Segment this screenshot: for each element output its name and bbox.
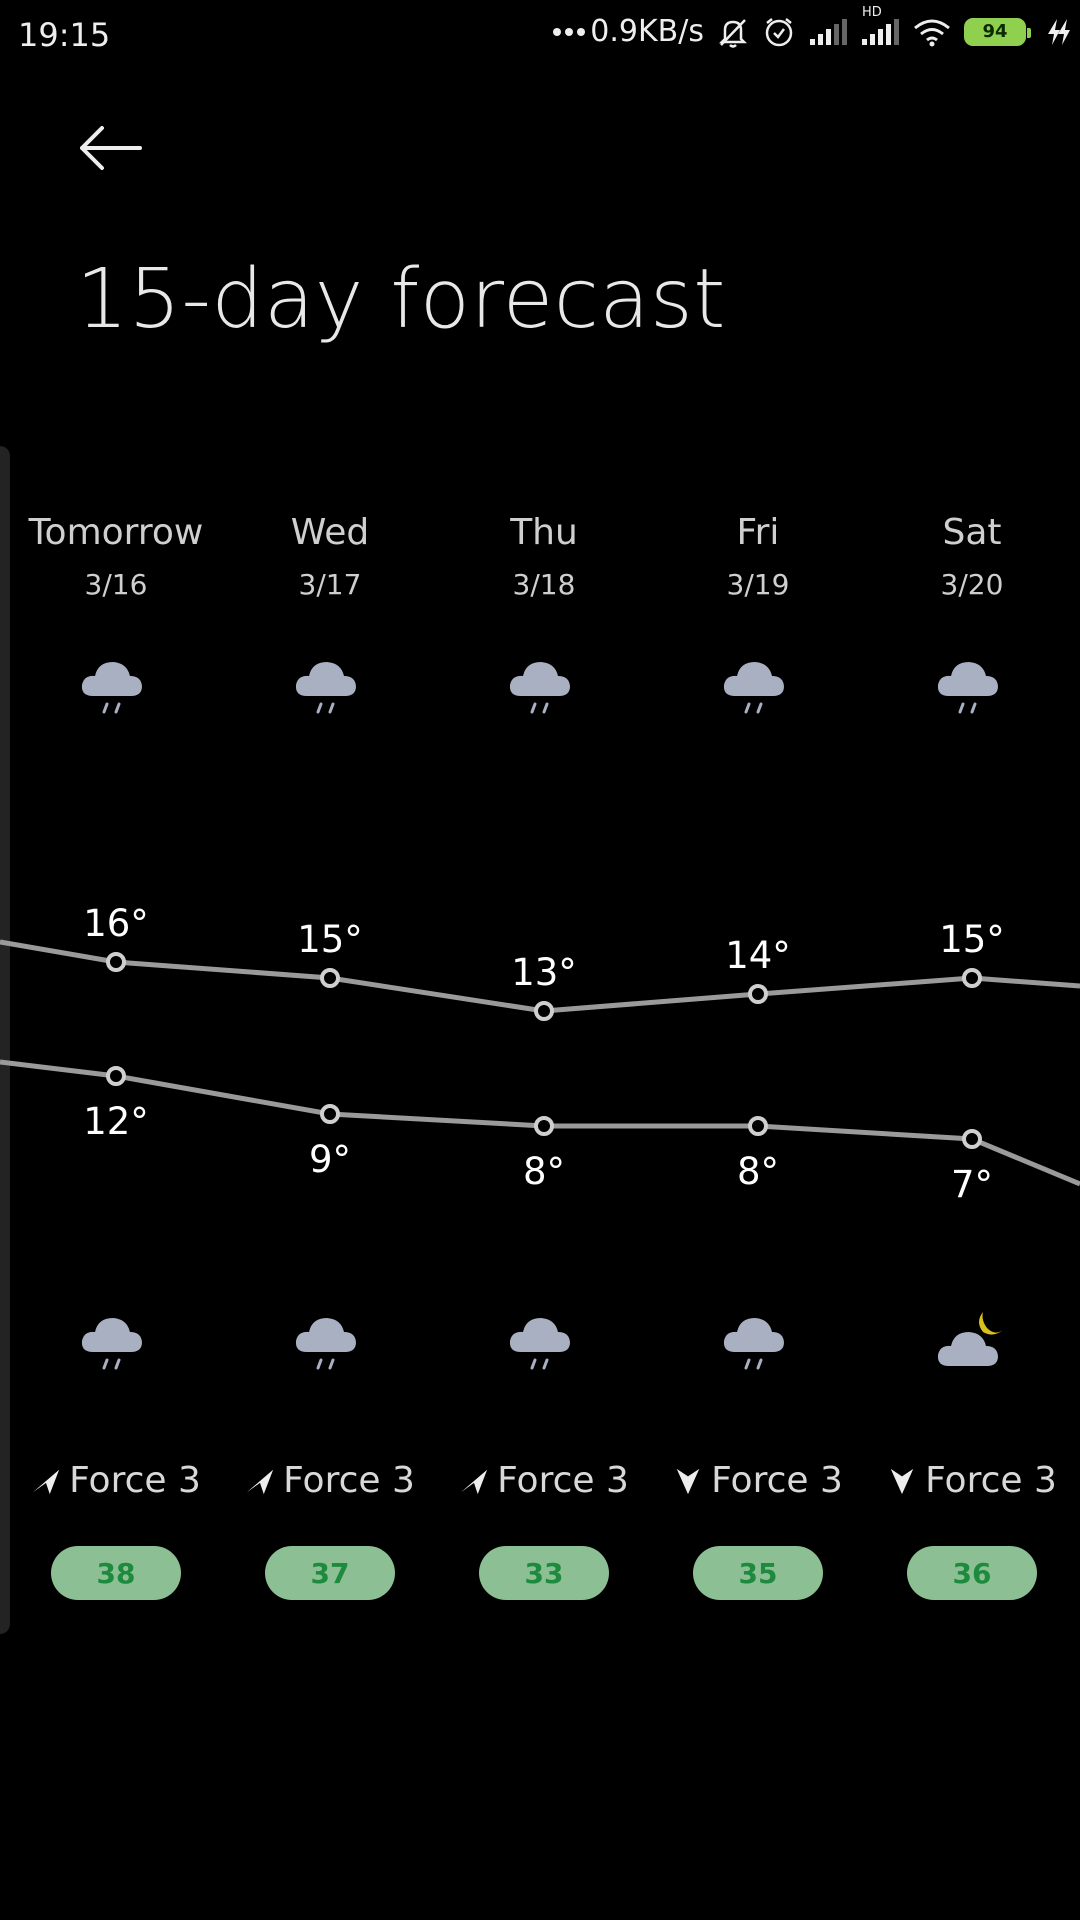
day-weather (935, 652, 1009, 722)
more-dots-icon (552, 27, 586, 37)
charging-icon (1044, 16, 1072, 48)
day-name: Sat (942, 512, 1002, 553)
day-name: Thu (510, 512, 578, 553)
rain-icon (723, 662, 784, 714)
low-temp-point (748, 1116, 768, 1136)
partly-cloudy-night-icon (937, 1312, 1003, 1366)
rain-icon (509, 1318, 570, 1370)
aqi-badge: 37 (265, 1546, 395, 1600)
day-date: 3/20 (940, 568, 1004, 601)
day-date: 3/19 (726, 568, 790, 601)
signal-icon (808, 17, 848, 47)
rain-icon (295, 662, 356, 714)
day-date: 3/18 (512, 568, 576, 601)
day-weather (293, 652, 367, 722)
night-weather (935, 1308, 1009, 1378)
page-title: 15-day forecast (76, 252, 726, 347)
day-weather (721, 652, 795, 722)
status-bar: 19:15 0.9KB/s HD 94 (0, 0, 1080, 72)
night-weather (293, 1308, 367, 1378)
low-temp-point (320, 1104, 340, 1124)
high-temp-point (748, 984, 768, 1004)
day-name: Fri (736, 512, 780, 553)
rain-icon (723, 1318, 784, 1370)
status-icons: 0.9KB/s HD 94 (552, 5, 1072, 49)
wind-direction-icon (461, 1469, 488, 1494)
hd-signal-icon: HD (860, 5, 900, 47)
wind-label: Force 3 (497, 1460, 629, 1501)
wind-direction-icon (33, 1469, 60, 1494)
wind-direction-icon (676, 1468, 700, 1494)
high-temp-point (534, 1001, 554, 1021)
rain-icon (81, 662, 142, 714)
wind-direction-icon (247, 1469, 274, 1494)
high-temp-point (962, 968, 982, 988)
high-temp-point (106, 952, 126, 972)
rain-icon (295, 1318, 356, 1370)
wind-label: Force 3 (283, 1460, 415, 1501)
day-weather (79, 652, 153, 722)
wind-info: Force 3 (651, 1460, 865, 1501)
rain-icon (937, 662, 998, 714)
temperature-chart (0, 939, 1080, 1187)
alarm-icon (762, 15, 796, 49)
battery-icon: 94 (964, 17, 1031, 46)
aqi-badge: 36 (907, 1546, 1037, 1600)
wind-label: Force 3 (925, 1460, 1057, 1501)
low-temp-point (106, 1066, 126, 1086)
back-arrow-icon (80, 126, 142, 170)
day-name: Tomorrow (28, 512, 204, 553)
wind-info: Force 3 (865, 1460, 1079, 1501)
night-weather (79, 1308, 153, 1378)
network-speed: 0.9KB/s (590, 14, 704, 49)
wind-info: Force 3 (9, 1460, 223, 1501)
day-name: Wed (290, 512, 370, 553)
wind-info: Force 3 (437, 1460, 651, 1501)
status-time: 19:15 (18, 16, 111, 54)
low-temp-point (962, 1129, 982, 1149)
wind-label: Force 3 (711, 1460, 843, 1501)
night-weather (507, 1308, 581, 1378)
wind-info: Force 3 (223, 1460, 437, 1501)
back-button[interactable] (80, 126, 152, 178)
mute-bell-icon (716, 15, 750, 49)
wind-label: Force 3 (69, 1460, 201, 1501)
day-date: 3/17 (298, 568, 362, 601)
wifi-icon (912, 17, 952, 47)
battery-level: 94 (982, 21, 1008, 42)
day-date: 3/16 (84, 568, 148, 601)
low-temp-point (534, 1116, 554, 1136)
day-weather (507, 652, 581, 722)
rain-icon (81, 1318, 142, 1370)
hd-label: HD (862, 4, 882, 20)
high-temp-line (0, 939, 1080, 1014)
aqi-badge: 38 (51, 1546, 181, 1600)
aqi-badge: 33 (479, 1546, 609, 1600)
wind-direction-icon (890, 1468, 914, 1494)
rain-icon (509, 662, 570, 714)
night-weather (721, 1308, 795, 1378)
aqi-badge: 35 (693, 1546, 823, 1600)
high-temp-point (320, 968, 340, 988)
